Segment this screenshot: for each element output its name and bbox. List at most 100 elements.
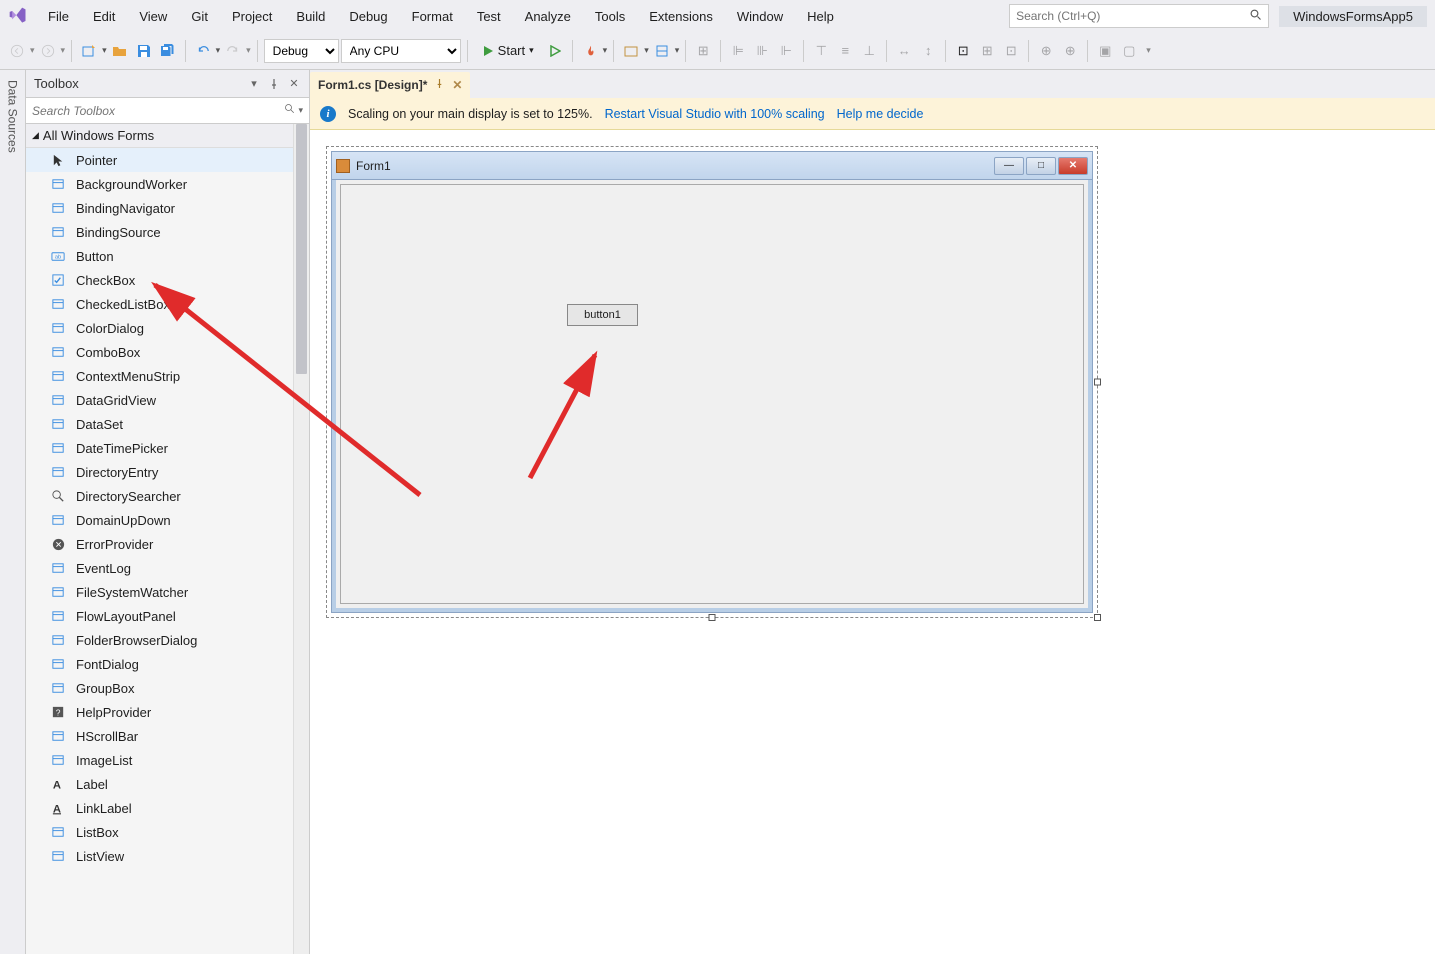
redo-button[interactable] (222, 40, 244, 62)
menu-help[interactable]: Help (795, 0, 846, 32)
menu-edit[interactable]: Edit (81, 0, 127, 32)
menu-file[interactable]: File (36, 0, 81, 32)
menu-build[interactable]: Build (284, 0, 337, 32)
resize-handle-corner[interactable] (1094, 614, 1101, 621)
menu-window[interactable]: Window (725, 0, 795, 32)
menu-project[interactable]: Project (220, 0, 284, 32)
menu-test[interactable]: Test (465, 0, 513, 32)
open-file-button[interactable] (109, 40, 131, 62)
align-center-button[interactable]: ⊪ (751, 40, 773, 62)
toolbox-item-filesystemwatcher[interactable]: FileSystemWatcher (26, 580, 293, 604)
resize-handle-right[interactable] (1094, 379, 1101, 386)
toolbox-item-directorysearcher[interactable]: DirectorySearcher (26, 484, 293, 508)
toolbox-search-input[interactable] (32, 104, 284, 118)
toolbox-item-backgroundworker[interactable]: BackgroundWorker (26, 172, 293, 196)
start-debug-button[interactable]: Start ▾ (474, 39, 542, 63)
toolbox-item-groupbox[interactable]: GroupBox (26, 676, 293, 700)
toolbox-item-button[interactable]: abButton (26, 244, 293, 268)
center-v-button[interactable]: ⊕ (1059, 40, 1081, 62)
toolbox-item-domainupdown[interactable]: DomainUpDown (26, 508, 293, 532)
hspace-button[interactable]: ↔ (893, 40, 915, 62)
align-top-button[interactable]: ⊤ (810, 40, 832, 62)
menu-git[interactable]: Git (179, 0, 220, 32)
toolbox-item-linklabel[interactable]: ALinkLabel (26, 796, 293, 820)
help-me-decide-link[interactable]: Help me decide (837, 107, 924, 121)
toolbox-category-all-windows-forms[interactable]: ◢ All Windows Forms (26, 124, 293, 148)
toolbox-item-errorprovider[interactable]: ✕ErrorProvider (26, 532, 293, 556)
save-button[interactable] (133, 40, 155, 62)
align-bottom-button[interactable]: ⊥ (858, 40, 880, 62)
toolbox-item-combobox[interactable]: ComboBox (26, 340, 293, 364)
toolbox-item-flowlayoutpanel[interactable]: FlowLayoutPanel (26, 604, 293, 628)
toolbox-item-datagridview[interactable]: DataGridView (26, 388, 293, 412)
toolbar-btn-x2[interactable]: ⊡ (1000, 40, 1022, 62)
align-right-button[interactable]: ⊩ (775, 40, 797, 62)
toolbox-item-folderbrowserdialog[interactable]: FolderBrowserDialog (26, 628, 293, 652)
align-left-button[interactable]: ⊫ (727, 40, 749, 62)
platform-select[interactable]: Any CPU (341, 39, 461, 63)
toolbox-search-box[interactable]: ▾ (26, 98, 309, 124)
save-all-button[interactable] (157, 40, 179, 62)
toolbox-item-eventlog[interactable]: EventLog (26, 556, 293, 580)
toolbox-item-directoryentry[interactable]: DirectoryEntry (26, 460, 293, 484)
toolbox-item-dataset[interactable]: DataSet (26, 412, 293, 436)
form-selection-frame[interactable]: Form1 — □ ✕ button1 (326, 146, 1098, 618)
align-middle-button[interactable]: ≡ (834, 40, 856, 62)
toolbox-item-bindingsource[interactable]: BindingSource (26, 220, 293, 244)
toolbar-btn-1[interactable] (620, 40, 642, 62)
size-to-grid-button[interactable]: ⊡ (952, 40, 974, 62)
toolbox-item-checkedlistbox[interactable]: CheckedListBox (26, 292, 293, 316)
scroll-thumb[interactable] (296, 124, 307, 374)
new-project-button[interactable] (78, 40, 100, 62)
toolbox-item-checkbox[interactable]: CheckBox (26, 268, 293, 292)
configuration-select[interactable]: Debug (264, 39, 339, 63)
toolbox-item-datetimepicker[interactable]: DateTimePicker (26, 436, 293, 460)
winform-client-area[interactable]: button1 (340, 184, 1084, 604)
hot-reload-button[interactable] (579, 40, 601, 62)
start-without-debug-button[interactable] (544, 40, 566, 62)
toolbar-btn-x1[interactable]: ⊞ (976, 40, 998, 62)
toolbar-btn-2[interactable] (651, 40, 673, 62)
pin-icon[interactable] (267, 77, 281, 91)
toolbox-item-fontdialog[interactable]: FontDialog (26, 652, 293, 676)
toolbox-scrollbar[interactable] (293, 124, 309, 954)
menu-analyze[interactable]: Analyze (513, 0, 583, 32)
global-search-box[interactable] (1009, 4, 1269, 28)
vspace-button[interactable]: ↕ (917, 40, 939, 62)
toolbox-item-helpprovider[interactable]: ?HelpProvider (26, 700, 293, 724)
toolbox-item-label[interactable]: ALabel (26, 772, 293, 796)
toolbox-item-imagelist[interactable]: ImageList (26, 748, 293, 772)
pin-icon[interactable] (435, 79, 444, 91)
menu-format[interactable]: Format (400, 0, 465, 32)
menu-debug[interactable]: Debug (337, 0, 399, 32)
send-back-button[interactable]: ▢ (1118, 40, 1140, 62)
toolbox-item-listbox[interactable]: ListBox (26, 820, 293, 844)
restart-scaling-link[interactable]: Restart Visual Studio with 100% scaling (605, 107, 825, 121)
menu-view[interactable]: View (127, 0, 179, 32)
global-search-input[interactable] (1016, 9, 1250, 23)
document-tab-form1[interactable]: Form1.cs [Design]* ✕ (310, 72, 470, 98)
design-button1[interactable]: button1 (567, 304, 638, 326)
close-icon[interactable]: ✕ (452, 78, 462, 92)
toolbox-item-contextmenustrip[interactable]: ContextMenuStrip (26, 364, 293, 388)
resize-handle-bottom[interactable] (709, 614, 716, 621)
menu-extensions[interactable]: Extensions (637, 0, 725, 32)
toolbox-item-hscrollbar[interactable]: HScrollBar (26, 724, 293, 748)
data-sources-vertical-tab[interactable]: Data Sources (0, 70, 26, 954)
nav-forward-button[interactable] (37, 40, 59, 62)
project-name-label[interactable]: WindowsFormsApp5 (1279, 6, 1427, 27)
panel-dropdown-icon[interactable]: ▾ (247, 77, 261, 91)
toolbox-item-label: DirectorySearcher (76, 489, 181, 504)
toolbox-item-listview[interactable]: ListView (26, 844, 293, 868)
toolbox-item-colordialog[interactable]: ColorDialog (26, 316, 293, 340)
close-icon[interactable]: ✕ (287, 77, 301, 91)
bring-front-button[interactable]: ▣ (1094, 40, 1116, 62)
undo-button[interactable] (192, 40, 214, 62)
nav-back-button[interactable] (6, 40, 28, 62)
menu-tools[interactable]: Tools (583, 0, 637, 32)
toolbar-btn-3[interactable]: ⊞ (692, 40, 714, 62)
form-designer-canvas[interactable]: Form1 — □ ✕ button1 (310, 130, 1435, 954)
toolbox-item-bindingnavigator[interactable]: BindingNavigator (26, 196, 293, 220)
center-h-button[interactable]: ⊕ (1035, 40, 1057, 62)
toolbox-item-pointer[interactable]: Pointer (26, 148, 293, 172)
